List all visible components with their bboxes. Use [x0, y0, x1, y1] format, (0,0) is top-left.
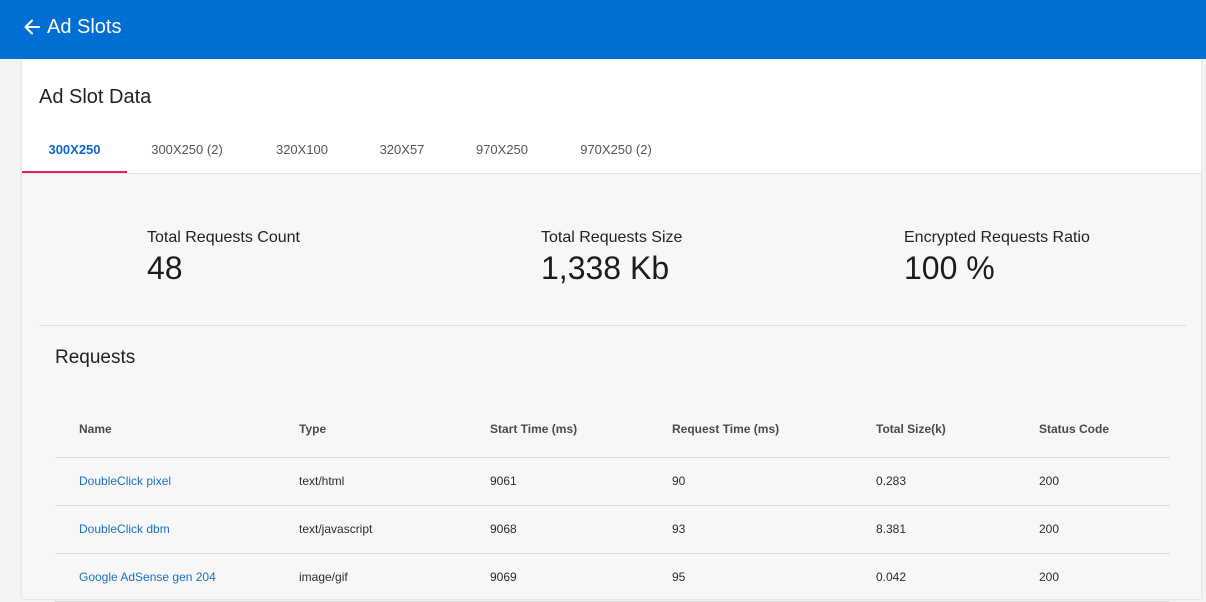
column-header-start-time[interactable]: Start Time (ms) — [490, 422, 577, 436]
stat-total-requests-count: Total Requests Count 48 — [147, 229, 300, 286]
ad-slot-tabs: 300X250 300X250 (2) 320X100 320X57 970X2… — [22, 129, 1201, 174]
request-name-link[interactable]: DoubleClick pixel — [79, 474, 171, 488]
stat-label: Encrypted Requests Ratio — [904, 229, 1090, 246]
request-start-time: 9069 — [490, 570, 517, 584]
tab-content: Total Requests Count 48 Total Requests S… — [22, 174, 1201, 602]
request-total-size: 0.042 — [876, 570, 907, 584]
requests-title: Requests — [55, 347, 136, 368]
stat-value: 100 % — [904, 250, 995, 286]
requests-table: Name Type Start Time (ms) Request Time (… — [55, 399, 1170, 602]
request-total-size: 0.283 — [876, 474, 907, 488]
page-title: Ad Slots — [47, 16, 122, 38]
stat-value: 1,338 Kb — [541, 250, 670, 286]
column-header-request-time[interactable]: Request Time (ms) — [672, 422, 779, 436]
tab-300x250-2[interactable]: 300X250 (2) — [127, 129, 247, 173]
tab-300x250[interactable]: 300X250 — [22, 129, 127, 173]
table-row: DoubleClick pixel text/html 9061 90 0.28… — [55, 458, 1170, 506]
column-header-name[interactable]: Name — [79, 422, 112, 436]
request-type: text/javascript — [299, 522, 373, 536]
table-header: Name Type Start Time (ms) Request Time (… — [55, 399, 1170, 458]
card-title: Ad Slot Data — [39, 86, 152, 108]
active-tab-indicator — [22, 171, 127, 173]
app-bar: Ad Slots — [0, 0, 1206, 59]
request-total-size: 8.381 — [876, 522, 907, 536]
stat-total-requests-size: Total Requests Size 1,338 Kb — [541, 229, 682, 286]
request-time: 90 — [672, 474, 686, 488]
column-header-type[interactable]: Type — [299, 422, 326, 436]
ad-slot-data-card: Ad Slot Data 300X250 300X250 (2) 320X100… — [22, 59, 1201, 602]
table-row: DoubleClick dbm text/javascript 9068 93 … — [55, 506, 1170, 554]
tab-320x100[interactable]: 320X100 — [247, 129, 357, 173]
stat-encrypted-requests-ratio: Encrypted Requests Ratio 100 % — [904, 229, 1090, 286]
request-time: 95 — [672, 570, 686, 584]
request-status-code: 200 — [1039, 522, 1060, 536]
request-start-time: 9068 — [490, 522, 517, 536]
request-start-time: 9061 — [490, 474, 517, 488]
request-time: 93 — [672, 522, 686, 536]
stat-label: Total Requests Count — [147, 229, 300, 246]
tab-970x250-2[interactable]: 970X250 (2) — [557, 129, 675, 173]
divider — [39, 325, 1186, 326]
request-status-code: 200 — [1039, 474, 1060, 488]
arrow-left-icon[interactable] — [22, 17, 42, 37]
table-row: Google AdSense gen 204 image/gif 9069 95… — [55, 554, 1170, 602]
request-type: text/html — [299, 474, 345, 488]
stat-label: Total Requests Size — [541, 229, 683, 246]
tab-320x57[interactable]: 320X57 — [357, 129, 447, 173]
request-status-code: 200 — [1039, 570, 1060, 584]
request-name-link[interactable]: Google AdSense gen 204 — [79, 570, 216, 584]
request-type: image/gif — [299, 570, 348, 584]
stat-value: 48 — [147, 250, 183, 286]
column-header-status-code[interactable]: Status Code — [1039, 422, 1109, 436]
tab-970x250[interactable]: 970X250 — [447, 129, 557, 173]
column-header-total-size[interactable]: Total Size(k) — [876, 422, 946, 436]
request-name-link[interactable]: DoubleClick dbm — [79, 522, 170, 536]
